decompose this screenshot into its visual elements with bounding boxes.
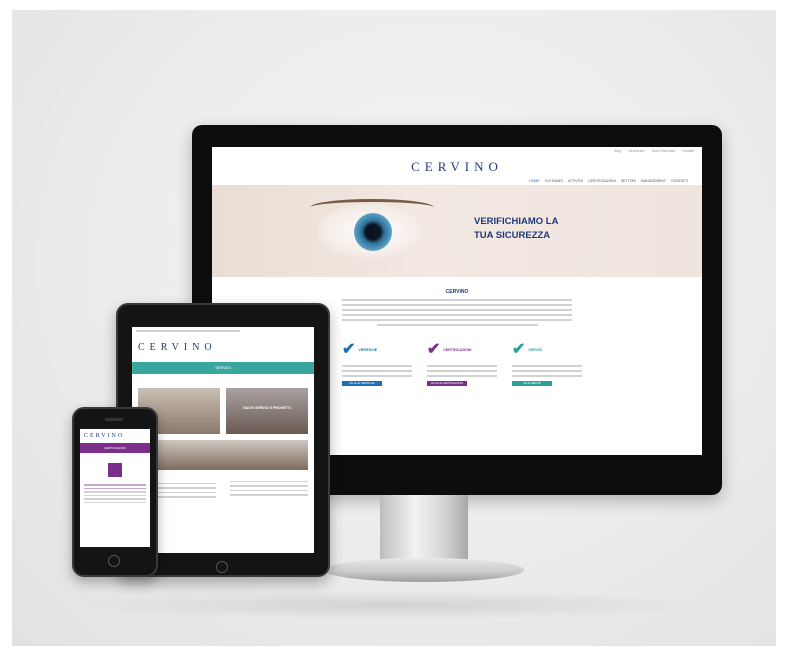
phone-section-band: CERTIFICAZIONI [80, 443, 150, 453]
tablet-photo-grid: NUOVI SERVIZI E PROGETTI [132, 374, 314, 434]
photo-caption: NUOVI SERVIZI E PROGETTI [243, 405, 291, 410]
floor-shadow [72, 590, 712, 620]
hero-title: VERIFICHIAMO LA TUA SICUREZZA [474, 215, 558, 243]
service-columns: ✔ VERIFICHE VAI ALLE VERIFICHE ✔ CERTIFI… [342, 341, 582, 386]
monitor-stand-neck [380, 495, 468, 565]
tablet-text-columns: CHI SIAMO [132, 470, 314, 501]
phone-speaker [105, 418, 123, 421]
top-link-reserved[interactable]: Area Riservata [652, 149, 675, 153]
top-link-newsletter[interactable]: Newsletter [628, 149, 645, 153]
hero-banner: VERIFICHIAMO LA TUA SICUREZZA [212, 185, 702, 277]
servizi-button[interactable]: VAI AI SERVIZI [512, 381, 552, 386]
top-link-contacts[interactable]: Contatti [682, 149, 694, 153]
tablet-home-button [216, 561, 228, 573]
tablet-screen: CERVINO SERVIZI NUOVI SERVIZI E PROGETTI… [132, 327, 314, 553]
photo-tile[interactable]: NUOVI SERVIZI E PROGETTI [226, 387, 308, 434]
device-mockup-scene: Blog Newsletter Area Riservata Contatti … [12, 10, 776, 646]
photo-wide [138, 439, 308, 470]
intro-paragraph [342, 299, 572, 329]
column-label: SERVIZI [528, 348, 542, 352]
iris [354, 213, 392, 251]
section-title: CERVINO [445, 289, 469, 295]
column-certificazioni: ✔ CERTIFICAZIONI VAI ALLE CERTIFICAZIONI [427, 341, 497, 386]
phone-device: CERVINO CERTIFICAZIONI [72, 407, 158, 577]
certificazioni-button[interactable]: VAI ALLE CERTIFICAZIONI [427, 381, 467, 386]
column-label: CERTIFICAZIONI [443, 348, 472, 352]
check-icon: ✔ [342, 341, 356, 358]
phone-screen: CERVINO CERTIFICAZIONI [80, 429, 150, 547]
column-servizi: ✔ SERVIZI VAI AI SERVIZI [512, 341, 582, 386]
tablet-top-bar [132, 327, 314, 338]
column-label: VERIFICHE [358, 348, 378, 352]
top-link-blog[interactable]: Blog [614, 149, 621, 153]
tablet-logo[interactable]: CERVINO [132, 338, 314, 360]
certification-icon [108, 463, 122, 477]
hero-title-line2: TUA SICUREZZA [474, 230, 551, 241]
monitor-stand-base [324, 558, 524, 582]
desktop-logo[interactable]: CERVINO [212, 159, 702, 175]
phone-logo[interactable]: CERVINO [80, 429, 150, 443]
verifiche-button[interactable]: VAI ALLE VERIFICHE [342, 381, 382, 386]
column-verifiche: ✔ VERIFICHE VAI ALLE VERIFICHE [342, 341, 412, 386]
desktop-top-bar: Blog Newsletter Area Riservata Contatti [212, 147, 702, 155]
phone-home-button [108, 555, 120, 567]
check-icon: ✔ [427, 341, 441, 358]
tablet-section-band: SERVIZI [132, 361, 314, 374]
hero-title-line1: VERIFICHIAMO LA [474, 216, 559, 227]
check-icon: ✔ [512, 341, 526, 358]
